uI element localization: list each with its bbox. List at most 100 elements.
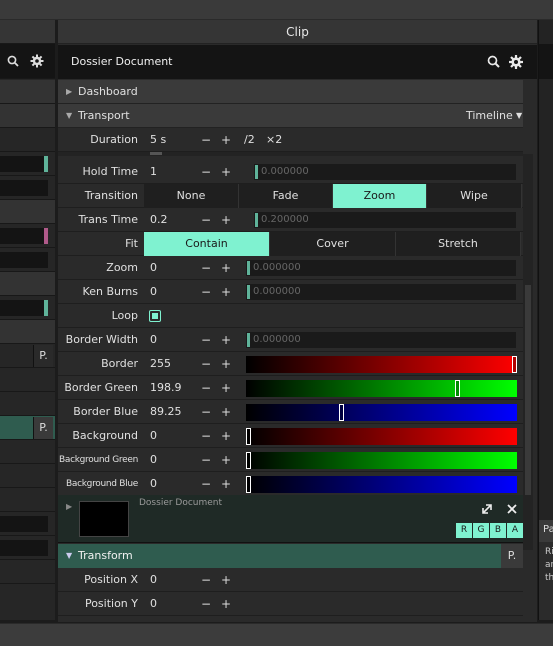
- decrement-button[interactable]: −: [201, 208, 211, 232]
- left-field[interactable]: [0, 540, 48, 556]
- param-border-blue: Border Blue 89.25 − +: [58, 400, 523, 424]
- left-p-button[interactable]: P.: [33, 417, 53, 439]
- decrement-button[interactable]: −: [201, 352, 211, 376]
- color-slider[interactable]: [246, 380, 517, 397]
- param-value[interactable]: 0.2: [150, 208, 168, 232]
- left-field[interactable]: [0, 156, 48, 172]
- gear-icon[interactable]: [508, 54, 524, 70]
- transition-option-zoom[interactable]: Zoom: [333, 184, 427, 208]
- fit-option-stretch[interactable]: Stretch: [396, 232, 521, 256]
- increment-button[interactable]: +: [221, 352, 231, 376]
- chevron-down-icon[interactable]: ▼: [516, 104, 522, 128]
- slider-handle[interactable]: [246, 452, 251, 469]
- transition-option-fade[interactable]: Fade: [239, 184, 333, 208]
- increment-button[interactable]: +: [221, 376, 231, 400]
- increment-button[interactable]: +: [221, 328, 231, 352]
- search-icon[interactable]: [486, 54, 502, 70]
- transition-option-wipe[interactable]: Wipe: [427, 184, 522, 208]
- increment-button[interactable]: +: [221, 592, 231, 616]
- decrement-button[interactable]: −: [201, 400, 211, 424]
- decrement-button[interactable]: −: [201, 472, 211, 496]
- decrement-button[interactable]: −: [201, 592, 211, 616]
- transition-option-none[interactable]: None: [144, 184, 239, 208]
- decrement-button[interactable]: −: [201, 448, 211, 472]
- section-transform[interactable]: ▼ Transform P.: [58, 544, 523, 568]
- decrement-button[interactable]: −: [201, 424, 211, 448]
- left-field[interactable]: [0, 300, 48, 316]
- decrement-button[interactable]: −: [201, 568, 211, 592]
- increment-button[interactable]: +: [221, 208, 231, 232]
- loop-checkbox[interactable]: [149, 310, 161, 322]
- scrollbar-thumb[interactable]: [525, 285, 531, 495]
- left-field[interactable]: [0, 516, 48, 532]
- param-value[interactable]: 0: [150, 424, 157, 448]
- param-value[interactable]: 0: [150, 280, 157, 304]
- color-slider[interactable]: [246, 476, 517, 493]
- preview-thumbnail[interactable]: [79, 501, 129, 537]
- color-slider[interactable]: [246, 356, 517, 373]
- transport-mode-dropdown[interactable]: Timeline: [466, 104, 513, 128]
- collapsed-arrow-icon[interactable]: ▶: [66, 502, 72, 511]
- color-slider[interactable]: [246, 428, 517, 445]
- expand-icon[interactable]: [480, 502, 494, 516]
- increment-button[interactable]: +: [221, 280, 231, 304]
- section-dashboard[interactable]: ▶ Dashboard: [58, 80, 523, 104]
- slider-handle[interactable]: [246, 428, 251, 445]
- left-field[interactable]: [0, 180, 48, 196]
- param-value[interactable]: 5 s: [150, 128, 166, 152]
- fit-option-contain[interactable]: Contain: [144, 232, 270, 256]
- section-transport[interactable]: ▼ Transport Timeline ▼: [58, 104, 523, 128]
- increment-button[interactable]: +: [221, 448, 231, 472]
- right-tab[interactable]: Pa: [539, 520, 553, 542]
- transform-p-button[interactable]: P.: [501, 544, 523, 568]
- increment-button[interactable]: +: [221, 256, 231, 280]
- increment-button[interactable]: +: [221, 160, 231, 184]
- param-value[interactable]: 0: [150, 256, 157, 280]
- left-field[interactable]: [0, 228, 48, 244]
- increment-button[interactable]: +: [221, 568, 231, 592]
- slider-handle[interactable]: [455, 380, 461, 397]
- left-p-button[interactable]: P.: [33, 345, 53, 367]
- channel-g-toggle[interactable]: G: [473, 523, 489, 538]
- increment-button[interactable]: +: [221, 128, 231, 152]
- decrement-button[interactable]: −: [201, 376, 211, 400]
- value-slider[interactable]: 0.000000: [246, 284, 516, 300]
- decrement-button[interactable]: −: [201, 128, 211, 152]
- value-slider[interactable]: 0.200000: [254, 212, 516, 228]
- param-value[interactable]: 198.9: [150, 376, 182, 400]
- param-value[interactable]: 0: [150, 448, 157, 472]
- left-field[interactable]: [0, 252, 48, 268]
- halve-button[interactable]: /2: [244, 128, 255, 152]
- param-value[interactable]: 255: [150, 352, 171, 376]
- param-value[interactable]: 89.25: [150, 400, 182, 424]
- value-slider[interactable]: 0.000000: [254, 164, 516, 180]
- slider-handle[interactable]: [338, 404, 344, 421]
- channel-r-toggle[interactable]: R: [456, 523, 472, 538]
- increment-button[interactable]: +: [221, 472, 231, 496]
- gear-icon[interactable]: [30, 54, 44, 68]
- decrement-button[interactable]: −: [201, 256, 211, 280]
- param-value[interactable]: 0: [150, 568, 157, 592]
- slider-handle[interactable]: [246, 476, 251, 493]
- color-slider[interactable]: [246, 452, 517, 469]
- param-value[interactable]: 0: [150, 592, 157, 616]
- search-icon[interactable]: [7, 55, 19, 67]
- decrement-button[interactable]: −: [201, 160, 211, 184]
- color-slider[interactable]: [246, 404, 517, 421]
- param-value[interactable]: 0: [150, 328, 157, 352]
- decrement-button[interactable]: −: [201, 280, 211, 304]
- channel-b-toggle[interactable]: B: [490, 523, 506, 538]
- param-value[interactable]: 0: [150, 472, 157, 496]
- close-icon[interactable]: [505, 502, 519, 516]
- value-slider[interactable]: 0.000000: [246, 332, 516, 348]
- value-slider[interactable]: 0.000000: [246, 260, 516, 276]
- param-value[interactable]: 1: [150, 160, 157, 184]
- left-row-selected: P.: [0, 416, 55, 440]
- channel-a-toggle[interactable]: A: [507, 523, 523, 538]
- increment-button[interactable]: +: [221, 424, 231, 448]
- increment-button[interactable]: +: [221, 400, 231, 424]
- slider-handle[interactable]: [512, 356, 517, 373]
- fit-option-cover[interactable]: Cover: [270, 232, 396, 256]
- double-button[interactable]: ×2: [266, 128, 282, 152]
- decrement-button[interactable]: −: [201, 328, 211, 352]
